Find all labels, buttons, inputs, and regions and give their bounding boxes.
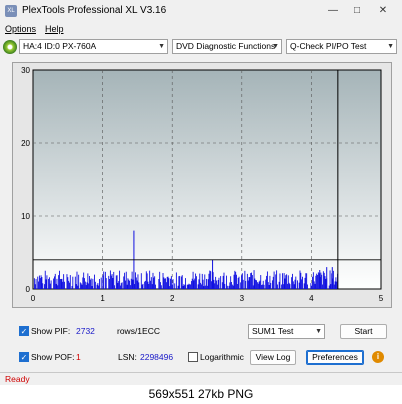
x-tick-label: 2 [170, 294, 175, 303]
test-select[interactable]: Q-Check PI/PO Test ▼ [286, 39, 397, 54]
show-pof-label: Show POF: [31, 352, 75, 362]
status-bar: Ready [0, 372, 402, 385]
menu-help[interactable]: Help [45, 24, 64, 34]
start-button[interactable]: Start [340, 324, 387, 339]
y-tick-label: 20 [21, 139, 30, 148]
info-icon[interactable]: i [372, 351, 384, 363]
drive-select[interactable]: HA:4 ID:0 PX-760A ▼ [19, 39, 168, 54]
pi-po-chart: 0 10 20 30 0 1 2 3 4 5 [21, 66, 384, 303]
x-tick-label: 1 [100, 294, 105, 303]
y-axis-ticks: 0 10 20 30 [21, 66, 30, 294]
image-caption: 569x551 27kb PNG [0, 385, 402, 404]
view-log-button[interactable]: View Log [250, 350, 296, 365]
pif-value: 2732 [76, 326, 95, 336]
y-tick-label: 10 [21, 212, 30, 221]
drive-select-value: HA:4 ID:0 PX-760A [23, 41, 97, 51]
app-icon: XL [5, 5, 17, 17]
status-text: Ready [5, 374, 30, 384]
y-tick-label: 0 [26, 285, 31, 294]
options-panel: ✓ Show PIF: 2732 rows/1ECC SUM1 Test ▼ S… [12, 316, 392, 368]
pof-value: 1 [76, 352, 81, 362]
title-bar: XL PlexTools Professional XL V3.16 — □ ✕ [0, 0, 402, 23]
sum-test-value: SUM1 Test [252, 326, 294, 336]
show-pif-checkbox[interactable]: ✓ [19, 326, 29, 336]
x-tick-label: 3 [240, 294, 245, 303]
maximize-button[interactable]: □ [346, 3, 368, 19]
show-pof-checkbox[interactable]: ✓ [19, 352, 29, 362]
test-select-value: Q-Check PI/PO Test [290, 41, 367, 51]
show-pif-label: Show PIF: [31, 326, 71, 336]
x-tick-label: 4 [309, 294, 314, 303]
function-select[interactable]: DVD Diagnostic Functions ▼ [172, 39, 282, 54]
menu-bar: Options Help [0, 22, 402, 36]
x-axis-ticks: 0 1 2 3 4 5 [31, 294, 384, 303]
window-title: PlexTools Professional XL V3.16 [22, 5, 167, 16]
function-select-value: DVD Diagnostic Functions [176, 41, 276, 51]
menu-options[interactable]: Options [5, 24, 36, 34]
chevron-down-icon: ▼ [272, 43, 279, 50]
pif-unit: rows/1ECC [117, 326, 160, 336]
toolbar: HA:4 ID:0 PX-760A ▼ DVD Diagnostic Funct… [0, 36, 402, 59]
chevron-down-icon: ▼ [158, 43, 165, 50]
sum-test-select[interactable]: SUM1 Test ▼ [248, 324, 325, 339]
plot-area [32, 69, 382, 290]
chevron-down-icon: ▼ [387, 43, 394, 50]
disc-icon [3, 40, 17, 54]
lsn-label: LSN: [118, 352, 137, 362]
y-tick-label: 30 [21, 66, 30, 75]
lsn-value: 2298496 [140, 352, 174, 362]
minimize-button[interactable]: — [322, 3, 344, 19]
close-button[interactable]: ✕ [372, 3, 394, 19]
x-tick-label: 0 [31, 294, 36, 303]
x-tick-label: 5 [379, 294, 384, 303]
logarithmic-label: Logarithmic [200, 352, 244, 362]
chart-panel: 0 10 20 30 0 1 2 3 4 5 [12, 62, 392, 308]
logarithmic-checkbox[interactable] [188, 352, 198, 362]
preferences-button[interactable]: Preferences [306, 350, 364, 365]
chevron-down-icon: ▼ [315, 328, 322, 335]
